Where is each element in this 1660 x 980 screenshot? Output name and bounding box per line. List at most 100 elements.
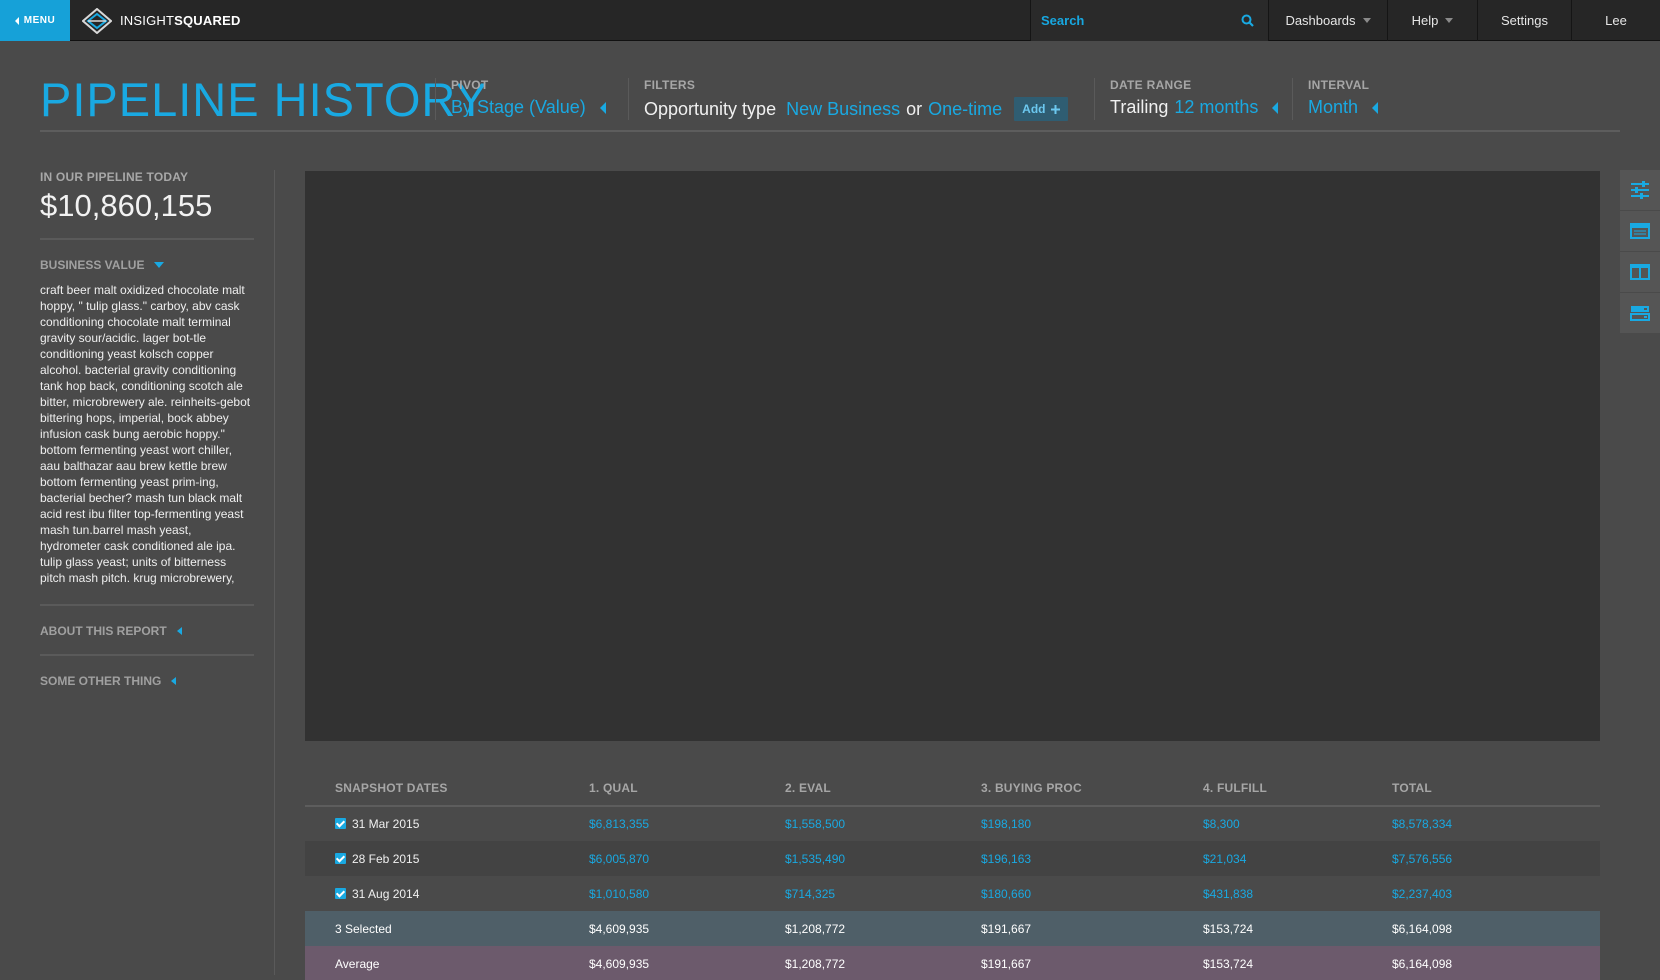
- table-cell: $1,208,772: [785, 921, 846, 936]
- checkbox[interactable]: [335, 887, 346, 899]
- date-range-value[interactable]: 12 months: [1174, 97, 1258, 118]
- chevron-down-icon: [154, 262, 165, 268]
- table-cell[interactable]: $7,576,556: [1392, 841, 1600, 876]
- business-value-label: BUSINESS VALUE: [40, 258, 145, 272]
- interval-control: INTERVAL Month: [1292, 78, 1379, 120]
- table-cell[interactable]: $1,010,580: [589, 876, 785, 911]
- settings-link[interactable]: Settings: [1477, 0, 1571, 41]
- interval-value[interactable]: Month: [1308, 97, 1358, 118]
- table-cell[interactable]: $21,034: [1203, 841, 1392, 876]
- snapshot-date-cell: 28 Feb 2015: [305, 841, 589, 876]
- average-summary-row: Average $4,609,935 $1,208,772 $191,667 $…: [305, 946, 1600, 980]
- column-header[interactable]: TOTAL: [1392, 771, 1600, 807]
- divider: [40, 604, 254, 606]
- summary-label: Average: [335, 956, 380, 971]
- pivot-selector[interactable]: By Stage (Value): [451, 97, 606, 118]
- pivot-control: PIVOT By Stage (Value): [435, 78, 606, 120]
- logo-wordmark: INSIGHTSQUARED: [120, 13, 241, 28]
- pivot-label: PIVOT: [451, 78, 489, 92]
- chart-canvas[interactable]: [305, 171, 1600, 741]
- snapshot-table: SNAPSHOT DATES 1. QUAL 2. EVAL 3. BUYING…: [305, 771, 1600, 980]
- table-view-button[interactable]: [1620, 211, 1660, 252]
- sidebar-divider: [274, 170, 275, 975]
- table-cell[interactable]: $714,325: [785, 876, 981, 911]
- column-header[interactable]: 1. QUAL: [589, 771, 785, 807]
- table-cell[interactable]: $1,535,490: [785, 841, 981, 876]
- column-header[interactable]: 4. FULFILL: [1203, 771, 1392, 807]
- user-name: Lee: [1605, 13, 1627, 28]
- selected-summary-row: 3 Selected $4,609,935 $1,208,772 $191,66…: [305, 911, 1600, 946]
- column-header[interactable]: 3. BUYING PROC: [981, 771, 1203, 807]
- chevron-left-icon[interactable]: [1272, 101, 1279, 114]
- table-cell[interactable]: $431,838: [1203, 876, 1392, 911]
- filter-value-one-time[interactable]: One-time: [928, 99, 1002, 120]
- table-cell: $1,208,772: [785, 956, 846, 971]
- table-cell[interactable]: $1,558,500: [785, 806, 981, 841]
- snapshot-date: 28 Feb 2015: [352, 851, 420, 866]
- about-report-toggle[interactable]: ABOUT THIS REPORT: [40, 624, 254, 638]
- search-box[interactable]: [1030, 0, 1268, 41]
- menu-button[interactable]: MENU: [0, 0, 70, 41]
- pivot-value[interactable]: By Stage (Value): [451, 97, 586, 118]
- table-cell: $4,609,935: [589, 956, 650, 971]
- business-value-toggle[interactable]: BUSINESS VALUE: [40, 258, 254, 272]
- column-header[interactable]: SNAPSHOT DATES: [305, 771, 589, 807]
- table-cell[interactable]: $8,578,334: [1392, 806, 1600, 841]
- insightsquared-logo-icon: [82, 7, 112, 34]
- filter-or-text: or: [906, 98, 923, 119]
- interval-selector[interactable]: Month: [1308, 97, 1379, 118]
- search-input[interactable]: [1041, 13, 1191, 28]
- date-range-selector[interactable]: Trailing 12 months: [1110, 97, 1279, 118]
- table-cell[interactable]: $180,660: [981, 876, 1203, 911]
- chevron-left-icon: [14, 16, 19, 25]
- plus-icon: [1050, 104, 1060, 114]
- page-title: PIPELINE HISTORY: [40, 73, 488, 126]
- help-label: Help: [1411, 13, 1439, 28]
- view-tool-strip: [1620, 170, 1660, 334]
- filter-expression: Opportunity type New Business or One-tim…: [644, 97, 1068, 121]
- kpi-label: IN OUR PIPELINE TODAY: [40, 170, 189, 184]
- table-cell[interactable]: $8,300: [1203, 806, 1392, 841]
- settings-label: Settings: [1501, 13, 1548, 28]
- add-filter-button[interactable]: Add: [1014, 97, 1068, 121]
- user-menu[interactable]: Lee: [1571, 0, 1660, 41]
- interval-label: INTERVAL: [1308, 78, 1370, 92]
- table-cell: $4,609,935: [589, 921, 650, 936]
- table-cell[interactable]: $6,005,870: [589, 841, 785, 876]
- table-cell: $6,164,098: [1392, 921, 1453, 936]
- snapshot-date: 31 Mar 2015: [352, 817, 420, 831]
- checkbox[interactable]: [335, 852, 346, 864]
- chevron-left-icon: [171, 677, 177, 685]
- filter-field[interactable]: Opportunity type: [644, 99, 776, 120]
- snapshot-date-cell: 31 Aug 2014: [305, 876, 589, 911]
- table-cell[interactable]: $2,237,403: [1392, 876, 1600, 911]
- stacked-view-button[interactable]: [1620, 293, 1660, 334]
- table-cell[interactable]: $196,163: [981, 841, 1203, 876]
- chart-settings-button[interactable]: [1620, 170, 1660, 211]
- dashboards-menu[interactable]: Dashboards: [1268, 0, 1387, 41]
- table-cell: $153,724: [1203, 956, 1254, 971]
- other-thing-toggle[interactable]: SOME OTHER THING: [40, 674, 254, 688]
- app-logo[interactable]: INSIGHTSQUARED: [82, 0, 241, 41]
- snapshot-date-cell: 31 Mar 2015: [305, 806, 589, 841]
- help-menu[interactable]: Help: [1387, 0, 1477, 41]
- split-view-button[interactable]: [1620, 252, 1660, 293]
- search-icon[interactable]: [1241, 14, 1254, 27]
- chevron-down-icon: [1445, 18, 1454, 23]
- filter-value-new-business[interactable]: New Business: [786, 99, 900, 120]
- divider: [40, 238, 254, 240]
- chevron-left-icon[interactable]: [1372, 101, 1379, 114]
- date-range-control: DATE RANGE Trailing 12 months: [1094, 78, 1279, 120]
- chevron-left-icon[interactable]: [599, 101, 606, 114]
- columns-icon: [1630, 264, 1650, 280]
- column-header[interactable]: 2. EVAL: [785, 771, 981, 807]
- checkbox[interactable]: [335, 818, 346, 829]
- top-navigation-bar: MENU INSIGHTSQUARED Dashboards Help Sett…: [0, 0, 1660, 41]
- filters-label: FILTERS: [644, 78, 696, 92]
- table-cell[interactable]: $6,813,355: [589, 806, 785, 841]
- about-report-label: ABOUT THIS REPORT: [40, 624, 167, 638]
- business-value-text: craft beer malt oxidized chocolate malt …: [40, 283, 251, 585]
- table-cell[interactable]: $198,180: [981, 806, 1203, 841]
- table-cell: $191,667: [981, 921, 1032, 936]
- chevron-down-icon: [1362, 18, 1371, 23]
